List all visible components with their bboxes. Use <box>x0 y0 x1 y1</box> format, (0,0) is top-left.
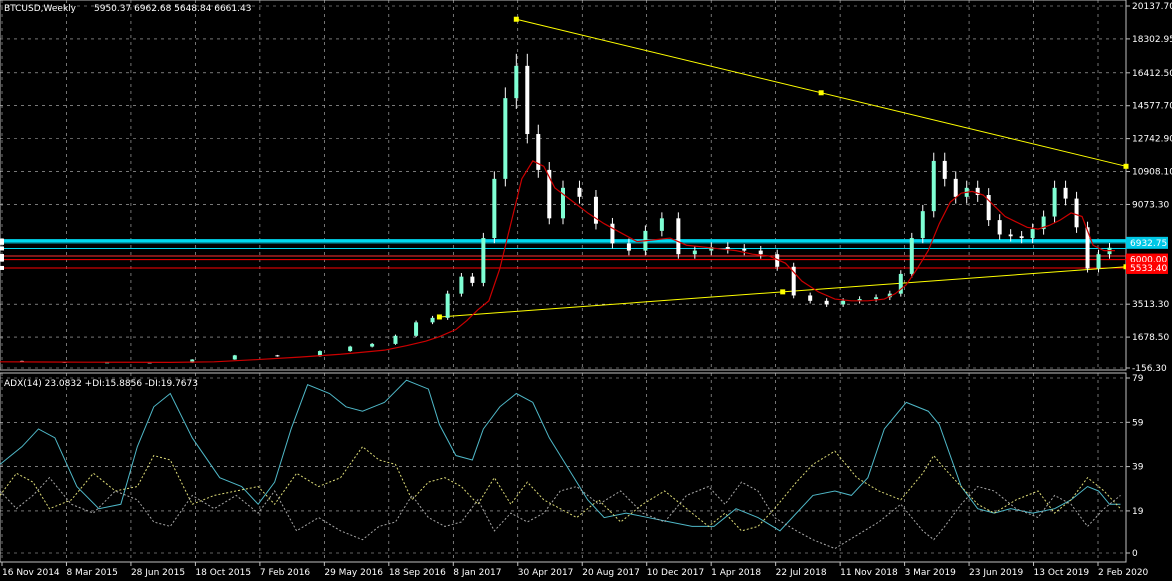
candle-body <box>275 355 280 357</box>
candle-body <box>659 218 664 231</box>
candle-body <box>393 335 398 344</box>
candle-body <box>525 65 530 135</box>
candle-body <box>808 295 813 301</box>
candle-body <box>610 223 615 244</box>
candle-body <box>942 160 947 179</box>
candle-body <box>874 297 879 300</box>
line-handle <box>0 257 4 262</box>
candle-body <box>1096 254 1101 269</box>
price-tick-label: 14577.70 <box>1132 102 1172 112</box>
candle-body <box>481 238 486 283</box>
price-label-text: 5533.40 <box>1130 264 1167 274</box>
line-handle <box>0 265 4 270</box>
candle-body <box>626 243 631 251</box>
time-tick-label: 18 Oct 2015 <box>195 568 251 578</box>
price-tick-label: -156.30 <box>1132 364 1167 374</box>
candle-body <box>1052 187 1057 217</box>
time-tick-label: 11 Nov 2018 <box>840 568 898 578</box>
time-tick-label: 13 Oct 2019 <box>1034 568 1090 578</box>
candle-body <box>931 160 936 212</box>
line-handle <box>0 253 4 258</box>
time-tick-label: 10 Dec 2017 <box>647 568 705 578</box>
price-tick-label: 12742.90 <box>1132 135 1172 145</box>
time-tick-label: 8 Mar 2015 <box>66 568 117 578</box>
price-tick-label: 16412.50 <box>1132 69 1172 79</box>
adx-tick-label: 59 <box>1132 418 1144 428</box>
candle-body <box>676 218 681 255</box>
time-tick-label: 22 Jul 2018 <box>776 568 827 578</box>
trendline-handle <box>513 16 519 22</box>
candle-body <box>824 300 829 305</box>
adx-tick-label: 0 <box>1132 549 1138 559</box>
trendline-handle <box>780 289 786 295</box>
symbol-header: BTCUSD,Weekly <box>4 4 77 14</box>
candle-body <box>909 238 914 274</box>
trendline-handle <box>1123 163 1129 169</box>
candle-body <box>414 322 419 336</box>
time-tick-label: 3 Mar 2019 <box>905 568 957 578</box>
candle-body <box>692 250 697 255</box>
ohlc-header: 5950.37 6962.68 5648.84 6661.43 <box>94 4 251 14</box>
price-tick-label: 3513.30 <box>1132 300 1169 310</box>
adx-header: ADX(14) 23.0832 +DI:15.8856 -DI:19.7673 <box>4 379 198 389</box>
price-tick-label: 10908.10 <box>1132 168 1172 178</box>
candle-body <box>232 355 237 360</box>
time-tick-label: 30 Apr 2017 <box>518 568 574 578</box>
time-tick-label: 16 Nov 2014 <box>2 568 60 578</box>
adx-pane[interactable]: ADX(14) 23.0832 +DI:15.8856 -DI:19.7673 <box>0 372 1127 563</box>
time-tick-label: 7 Feb 2016 <box>260 568 311 578</box>
candle-body <box>430 317 435 323</box>
candle-body <box>1074 198 1079 228</box>
price-tick-label: 1678.50 <box>1132 333 1169 343</box>
candle-body <box>1063 187 1068 199</box>
candle-body <box>1030 229 1035 239</box>
candle-body <box>997 220 1002 235</box>
adx-pane-frame <box>0 372 1127 563</box>
adx-tick-label: 79 <box>1132 374 1144 384</box>
time-tick-label: 18 Sep 2016 <box>389 568 446 578</box>
line-handle <box>0 240 4 245</box>
candle-body <box>348 346 353 352</box>
time-tick-label: 2 Feb 2020 <box>1098 568 1149 578</box>
price-label-text: 6932.75 <box>1130 239 1167 249</box>
candle-body <box>1019 236 1024 239</box>
candle-body <box>514 65 519 99</box>
candle-body <box>920 211 925 239</box>
candle-body <box>841 300 846 305</box>
adx-tick-label: 39 <box>1132 463 1144 473</box>
price-tick-label: 18302.95 <box>1132 35 1172 45</box>
candle-body <box>725 247 730 249</box>
price-pane[interactable]: BTCUSD,Weekly 5950.37 6962.68 5648.84 66… <box>0 0 1129 371</box>
price-tick-label: 9073.30 <box>1132 200 1169 210</box>
candle-body <box>470 276 475 283</box>
candle-body <box>742 248 747 251</box>
time-tick-label: 8 Jan 2017 <box>453 568 501 578</box>
candle-body <box>445 293 450 318</box>
adx-tick-label: 19 <box>1132 507 1144 517</box>
trendline-handle <box>818 90 824 96</box>
price-tick-label: 20137.70 <box>1132 2 1172 12</box>
price-labels: 6932.756000.005533.40 <box>1126 236 1168 274</box>
time-tick-label: 20 Aug 2017 <box>582 568 640 578</box>
trading-chart: BTCUSD,Weekly 5950.37 6962.68 5648.84 66… <box>0 0 1172 581</box>
time-tick-label: 29 May 2016 <box>324 568 383 578</box>
candle-body <box>758 250 763 255</box>
time-tick-label: 23 Jun 2019 <box>969 568 1023 578</box>
candle-body <box>1008 234 1013 237</box>
candle-body <box>503 98 508 179</box>
time-tick-label: 28 Jun 2015 <box>131 568 185 578</box>
trendline-handle <box>436 314 442 320</box>
candle-body <box>492 178 497 239</box>
line-handle <box>0 246 4 251</box>
candle-body <box>459 276 464 294</box>
time-tick-label: 1 Apr 2018 <box>711 568 761 578</box>
candle-body <box>577 187 582 197</box>
candle-body <box>370 343 375 347</box>
candle-body <box>953 178 958 197</box>
